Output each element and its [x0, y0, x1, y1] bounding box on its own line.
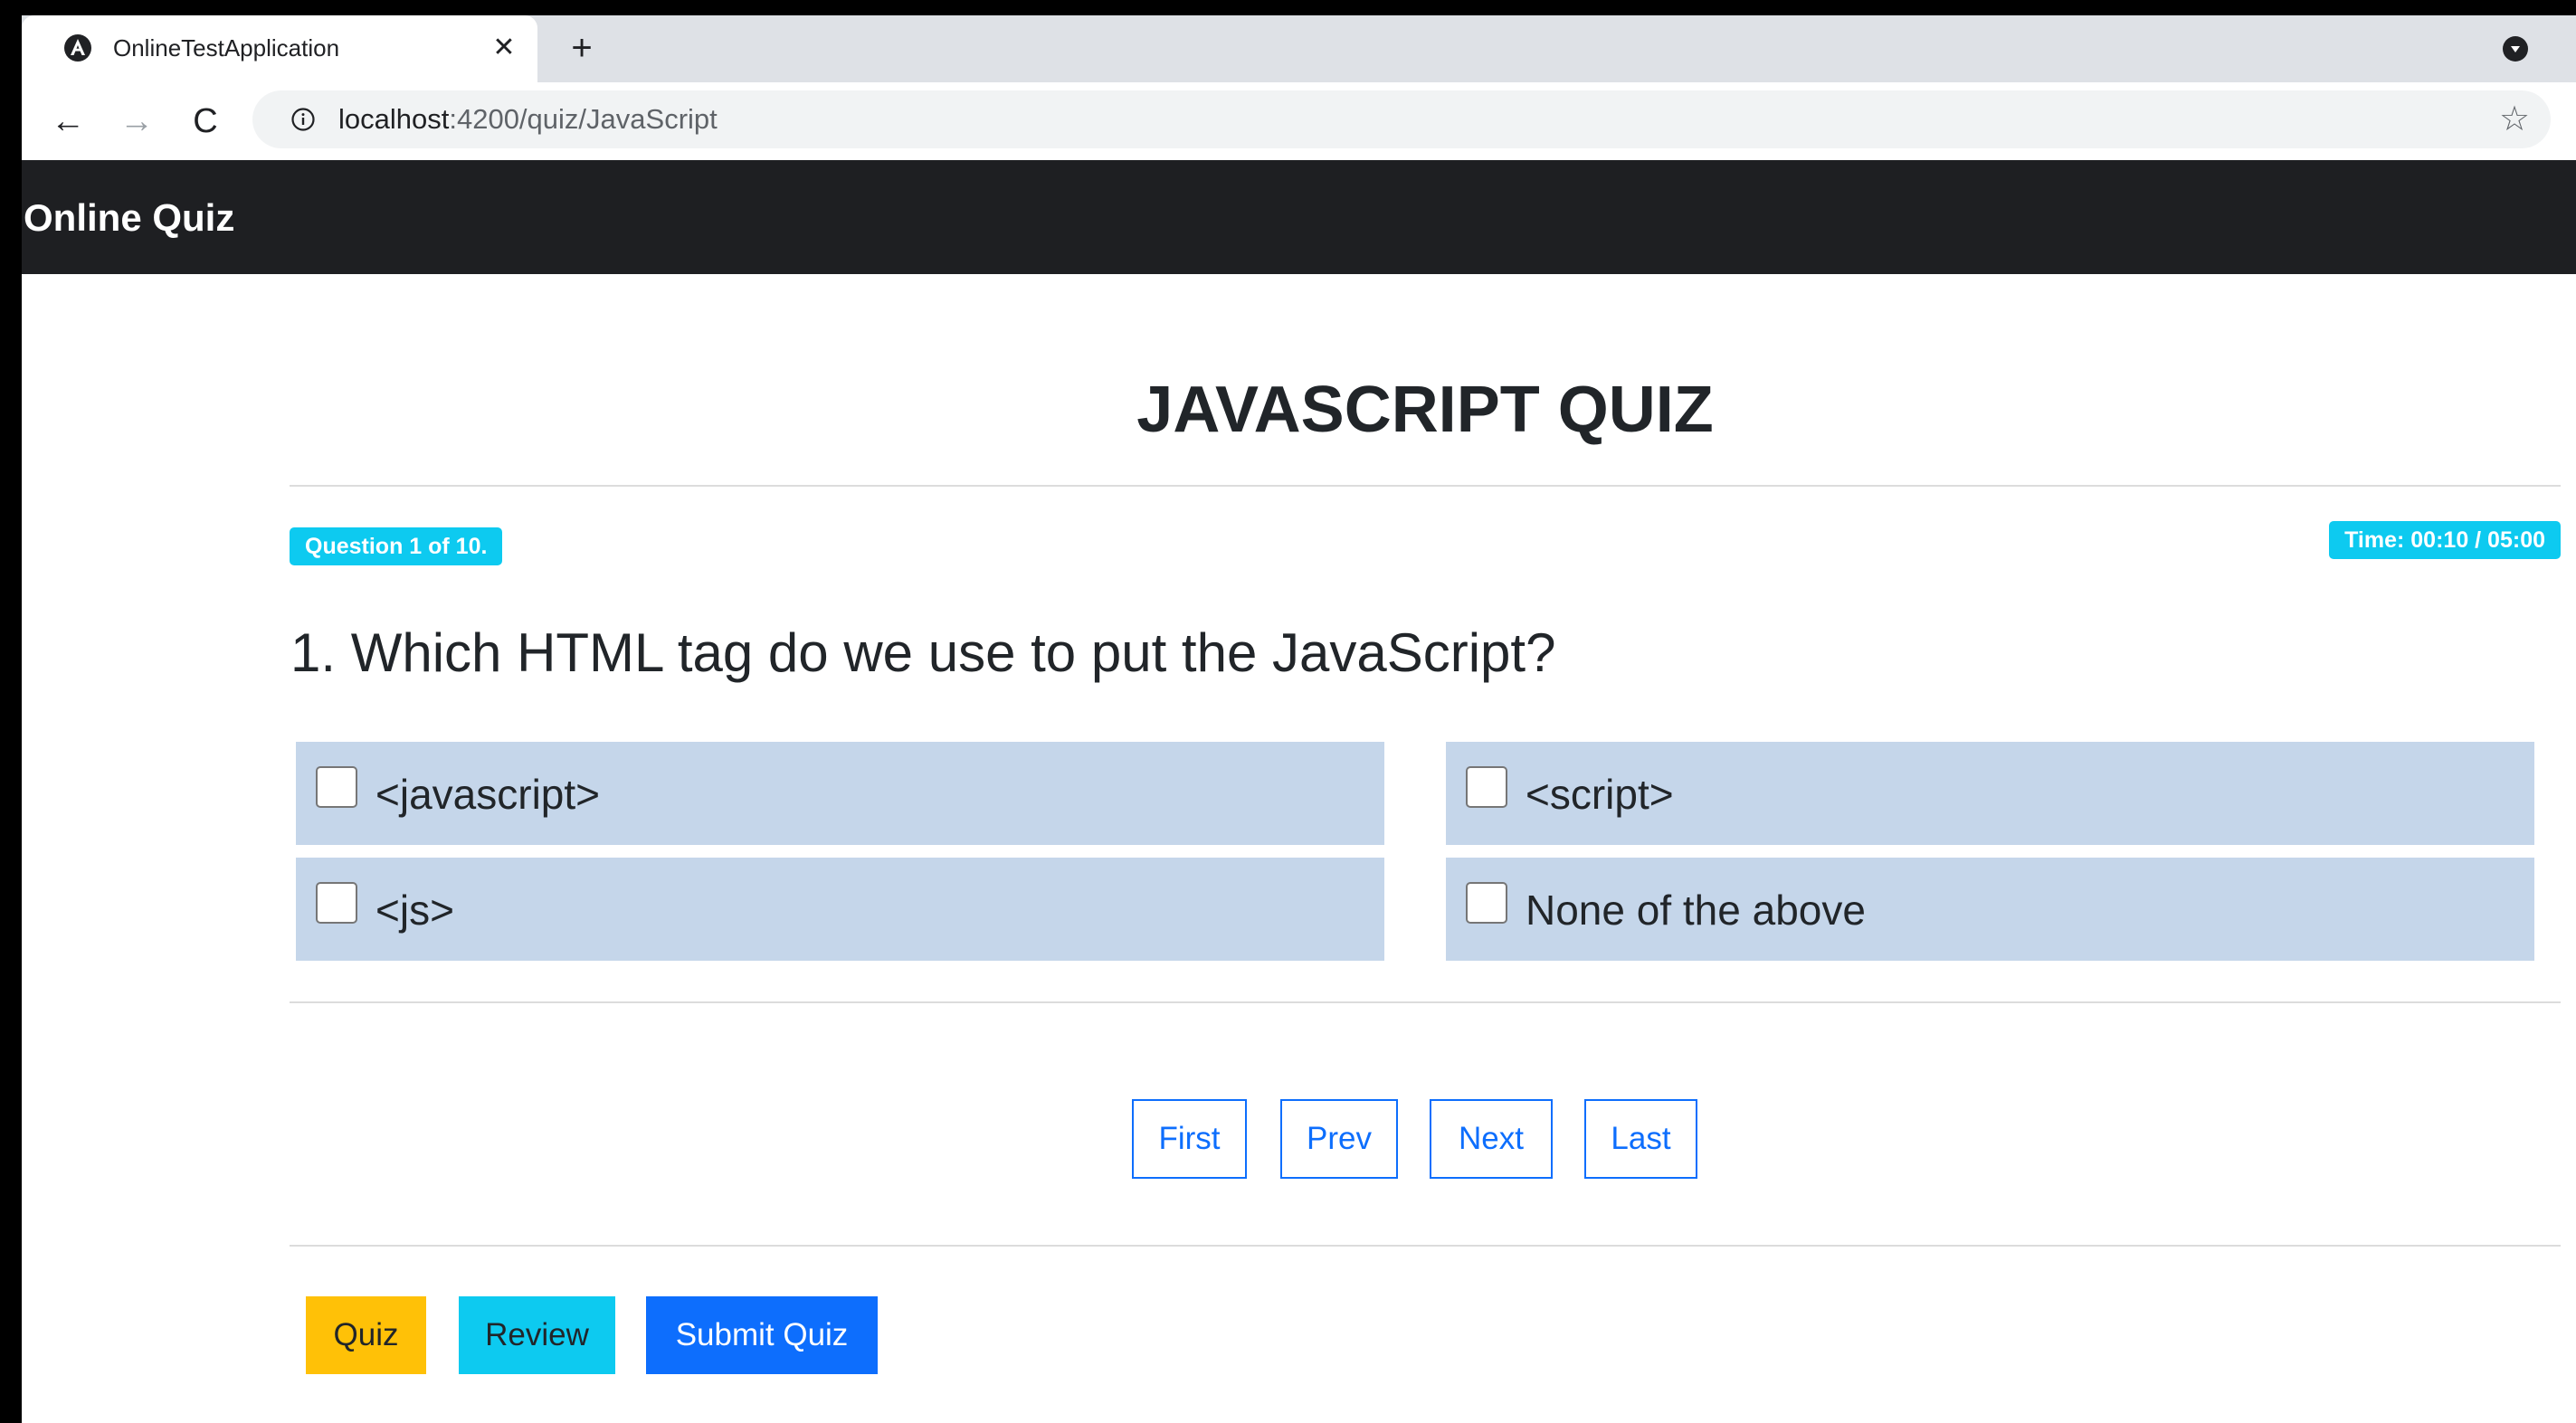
url-text[interactable]: localhost:4200/quiz/JavaScript	[338, 103, 718, 136]
divider	[290, 485, 2561, 487]
answer-label: <javascript>	[375, 771, 601, 818]
url-path: :4200/quiz/JavaScript	[449, 103, 718, 135]
angular-icon	[64, 34, 91, 62]
last-button[interactable]: Last	[1584, 1099, 1697, 1179]
browser-toolbar: ← → C localhost:4200/quiz/JavaScript ☆	[22, 82, 2576, 160]
back-arrow-icon[interactable]: ←	[47, 100, 89, 142]
quiz-content: JAVASCRIPT QUIZ Question 1 of 10. Time: …	[22, 274, 2576, 1423]
answer-option[interactable]: None of the above	[1446, 858, 2534, 961]
new-tab-icon[interactable]: +	[564, 30, 600, 66]
divider	[290, 1245, 2561, 1247]
info-icon[interactable]	[290, 107, 316, 132]
answer-label: <js>	[375, 887, 454, 934]
answer-option[interactable]: <javascript>	[296, 742, 1384, 845]
review-button[interactable]: Review	[459, 1296, 615, 1374]
bookmark-star-icon[interactable]: ☆	[2496, 101, 2533, 138]
tab-close-icon[interactable]: ✕	[489, 33, 519, 63]
tab-strip: OnlineTestApplication ✕ +	[22, 15, 2576, 82]
answer-option[interactable]: <script>	[1446, 742, 2534, 845]
answer-checkbox[interactable]	[316, 882, 357, 924]
timer-badge: Time: 00:10 / 05:00	[2329, 521, 2561, 559]
answer-label: None of the above	[1526, 887, 1866, 934]
quiz-button[interactable]: Quiz	[306, 1296, 426, 1374]
answer-checkbox[interactable]	[1466, 766, 1507, 808]
forward-arrow-icon[interactable]: →	[116, 100, 157, 142]
browser-tab[interactable]: OnlineTestApplication ✕	[22, 15, 537, 82]
navbar-brand[interactable]: Online Quiz	[24, 198, 234, 238]
app-navbar: Online Quiz	[22, 160, 2576, 274]
question-text: 1. Which HTML tag do we use to put the J…	[290, 622, 1556, 683]
browser-window: OnlineTestApplication ✕ + ← → C localhos…	[22, 15, 2576, 1423]
answer-option[interactable]: <js>	[296, 858, 1384, 961]
reload-icon[interactable]: C	[185, 100, 226, 142]
answer-checkbox[interactable]	[316, 766, 357, 808]
question-progress-badge: Question 1 of 10.	[290, 527, 503, 565]
next-button[interactable]: Next	[1430, 1099, 1553, 1179]
answer-label: <script>	[1526, 771, 1674, 818]
divider	[290, 1001, 2561, 1003]
profile-icon[interactable]	[2502, 35, 2529, 62]
prev-button[interactable]: Prev	[1280, 1099, 1398, 1179]
tab-title: OnlineTestApplication	[113, 34, 340, 62]
url-host: localhost	[338, 103, 450, 135]
submit-quiz-button[interactable]: Submit Quiz	[646, 1296, 878, 1374]
address-bar[interactable]: localhost:4200/quiz/JavaScript ☆	[252, 90, 2551, 148]
page-title: JAVASCRIPT QUIZ	[1136, 374, 1714, 446]
answer-checkbox[interactable]	[1466, 882, 1507, 924]
first-button[interactable]: First	[1132, 1099, 1247, 1179]
